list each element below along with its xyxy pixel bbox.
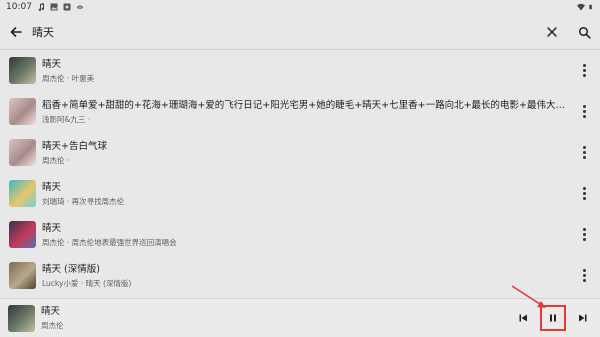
pause-icon <box>550 314 556 322</box>
more-vert-icon <box>582 64 586 77</box>
song-subtitle: 刘瑞琦 · 再次寻找周杰伦 <box>42 196 125 206</box>
album-art <box>9 262 36 289</box>
album-art <box>9 221 36 248</box>
song-subtitle: 周杰伦 · <box>42 155 70 165</box>
search-button[interactable] <box>568 16 600 48</box>
next-button[interactable] <box>572 307 594 329</box>
song-title: 晴天+告白气球 <box>42 140 107 152</box>
search-bar <box>0 14 600 50</box>
search-results-list: 晴天 周杰伦 · 叶惠美 稻香+简单爱+甜甜的+花海+珊瑚海+爱的飞行日记+阳光… <box>0 50 600 296</box>
list-item[interactable]: 晴天+告白气球 周杰伦 · <box>0 132 600 173</box>
more-options-button[interactable] <box>571 181 597 207</box>
album-art <box>9 180 36 207</box>
battery-icon <box>589 4 592 10</box>
music-note-icon <box>38 3 44 11</box>
clear-search-button[interactable] <box>536 16 568 48</box>
song-subtitle: 周杰伦 · 周杰伦地表最强世界巡回演唱会 <box>42 237 177 247</box>
song-subtitle: 周杰伦 · 叶惠美 <box>42 73 95 83</box>
list-item[interactable]: 晴天 周杰伦 · 叶惠美 <box>0 50 600 91</box>
player-artist: 周杰伦 <box>41 320 64 330</box>
list-item[interactable]: 晴天 周杰伦 · 周杰伦地表最强世界巡回演唱会 <box>0 214 600 255</box>
previous-button[interactable] <box>512 307 534 329</box>
player-song-title: 晴天 <box>41 305 61 317</box>
search-icon <box>578 26 591 39</box>
album-art <box>9 139 36 166</box>
search-input[interactable] <box>32 25 536 39</box>
song-title: 晴天 (深情版) <box>42 263 100 275</box>
mini-player[interactable]: 晴天 周杰伦 <box>0 299 600 337</box>
more-vert-icon <box>582 187 586 200</box>
status-time: 10:07 <box>6 2 32 12</box>
pause-button[interactable] <box>540 305 566 331</box>
song-title: 稻香+简单爱+甜甜的+花海+珊瑚海+爱的飞行日记+阳光宅男+她的睫毛+晴天+七里… <box>42 99 571 111</box>
more-vert-icon <box>582 228 586 241</box>
album-art <box>9 57 36 84</box>
list-item[interactable]: 晴天 (深情版) Lucky小爱 · 晴天 (深情版) <box>0 255 600 296</box>
wifi-icon <box>577 3 585 11</box>
app-icon <box>63 3 71 11</box>
close-icon <box>547 27 557 37</box>
skip-next-icon <box>579 314 587 322</box>
more-options-button[interactable] <box>571 140 597 166</box>
more-vert-icon <box>582 105 586 118</box>
more-options-button[interactable] <box>571 58 597 84</box>
arrow-back-icon <box>10 27 22 37</box>
list-item[interactable]: 晴天 刘瑞琦 · 再次寻找周杰伦 <box>0 173 600 214</box>
image-icon <box>50 3 58 11</box>
song-title: 晴天 <box>42 181 62 193</box>
cast-icon <box>76 5 84 10</box>
song-subtitle: 浅影阿&九三 · <box>42 114 91 124</box>
status-bar: 10:07 <box>0 0 600 14</box>
list-item[interactable]: 稻香+简单爱+甜甜的+花海+珊瑚海+爱的飞行日记+阳光宅男+她的睫毛+晴天+七里… <box>0 91 600 132</box>
song-subtitle: Lucky小爱 · 晴天 (深情版) <box>42 278 132 288</box>
more-options-button[interactable] <box>571 99 597 125</box>
album-art <box>9 98 36 125</box>
skip-previous-icon <box>519 314 527 322</box>
more-vert-icon <box>582 269 586 282</box>
more-options-button[interactable] <box>571 263 597 289</box>
more-vert-icon <box>582 146 586 159</box>
song-title: 晴天 <box>42 58 62 70</box>
song-title: 晴天 <box>42 222 62 234</box>
player-album-art <box>8 304 35 332</box>
more-options-button[interactable] <box>571 222 597 248</box>
back-button[interactable] <box>0 16 32 48</box>
